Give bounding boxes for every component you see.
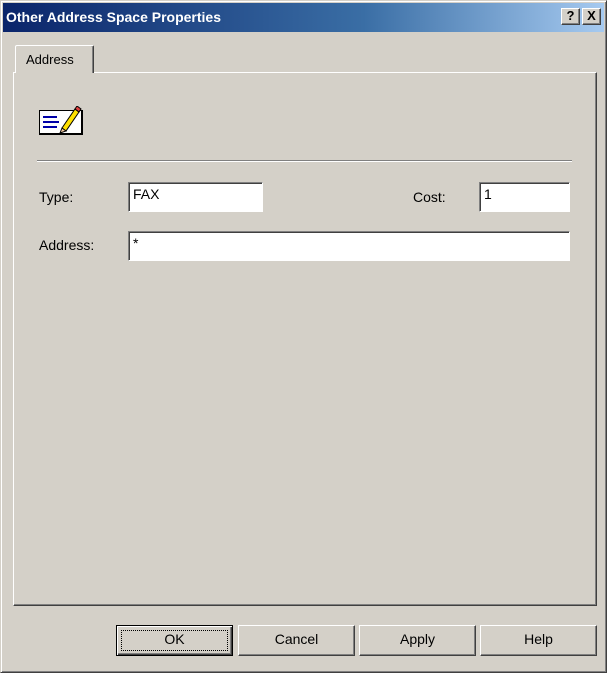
- address-label: Address:: [39, 237, 95, 253]
- help-button[interactable]: Help: [480, 625, 597, 656]
- cost-label: Cost:: [413, 189, 446, 205]
- address-edit-icon: [38, 105, 84, 136]
- type-label: Type:: [39, 189, 74, 205]
- cancel-button-label: Cancel: [274, 631, 319, 647]
- apply-button-label: Apply: [399, 631, 436, 647]
- ok-button[interactable]: OK: [116, 625, 233, 656]
- cancel-button[interactable]: Cancel: [238, 625, 355, 656]
- cost-field[interactable]: 1: [479, 182, 570, 212]
- separator-line: [37, 160, 572, 162]
- close-button[interactable]: X: [582, 8, 601, 25]
- type-field[interactable]: FAX: [128, 182, 263, 212]
- apply-button[interactable]: Apply: [359, 625, 476, 656]
- window-title: Other Address Space Properties: [6, 9, 222, 25]
- help-title-button[interactable]: ?: [561, 8, 580, 25]
- address-field[interactable]: *: [128, 231, 570, 261]
- tab-address[interactable]: Address: [15, 45, 94, 73]
- focus-indicator: [121, 630, 228, 651]
- tab-panel: [13, 72, 597, 606]
- help-question-icon: ?: [566, 8, 575, 23]
- help-button-label: Help: [524, 631, 553, 647]
- title-bar[interactable]: Other Address Space Properties ? X: [3, 3, 604, 32]
- close-icon: X: [587, 8, 596, 23]
- properties-dialog: Other Address Space Properties ? X Addre…: [0, 0, 607, 673]
- tab-address-label: Address: [26, 52, 74, 67]
